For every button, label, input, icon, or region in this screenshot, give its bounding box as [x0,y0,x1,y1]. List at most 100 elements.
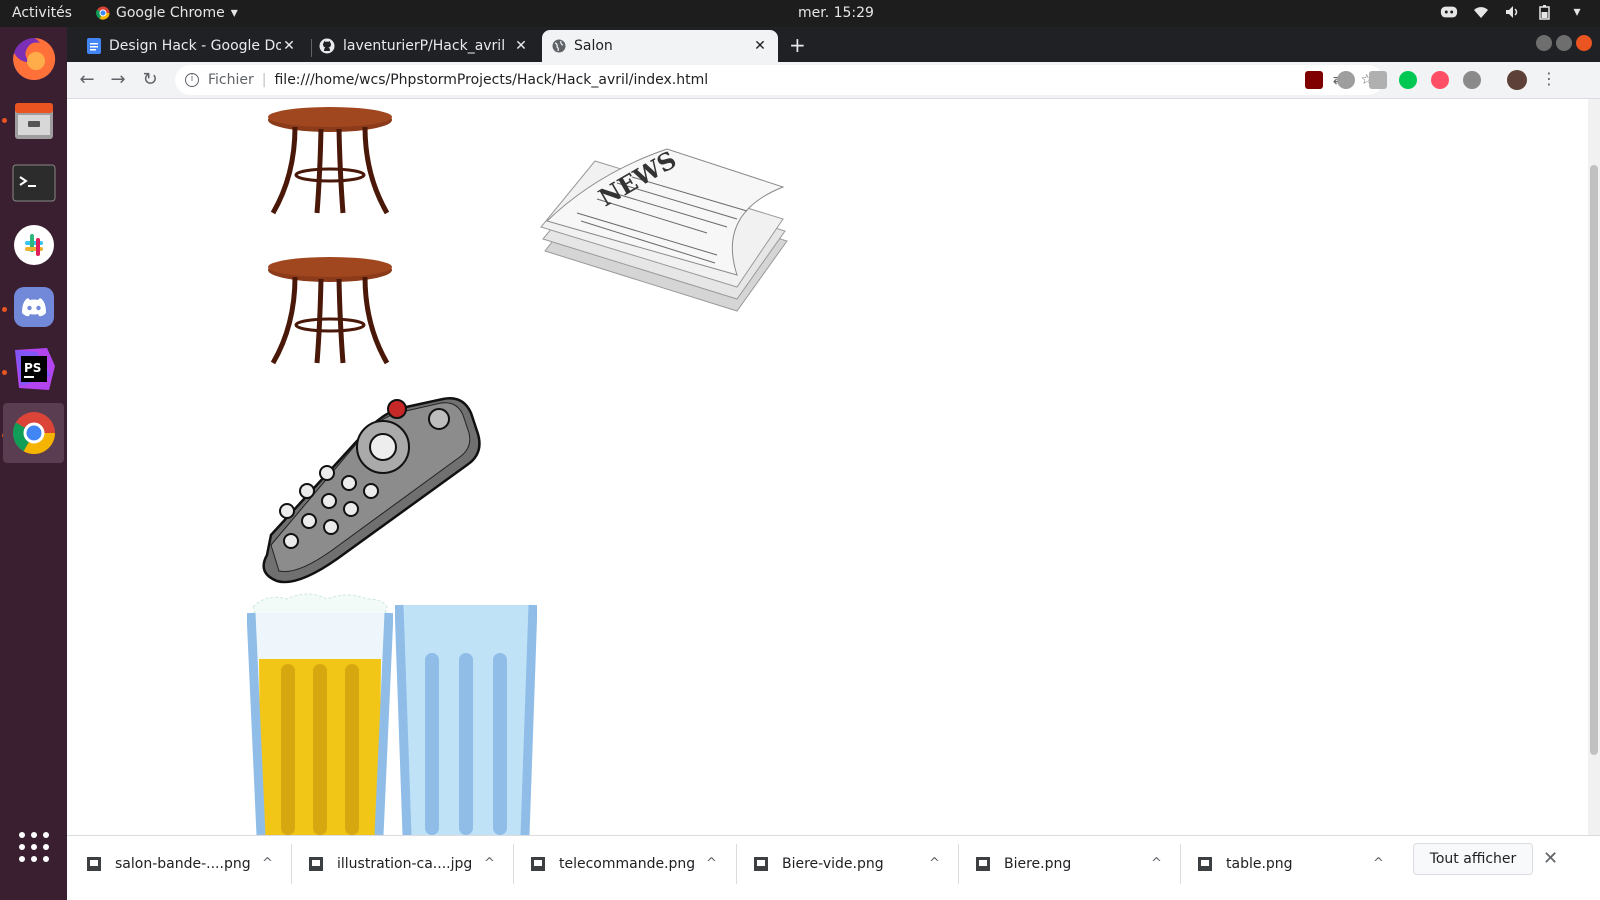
dock-files[interactable] [3,91,64,151]
extension-red-icon[interactable] [1431,71,1449,89]
image-file-icon [87,856,101,871]
chevron-up-icon[interactable]: ^ [929,856,940,871]
docs-icon [87,38,101,54]
firefox-icon [12,37,55,80]
phpstorm-icon: PS [14,348,55,390]
divider: | [261,72,267,88]
wifi-icon[interactable] [1472,4,1490,20]
extension-green-icon[interactable] [1399,71,1417,89]
dock-slack[interactable] [3,215,64,275]
download-filename: salon-bande-....png [115,855,251,872]
dock-terminal[interactable] [3,153,64,213]
tab-design-hack[interactable]: Design Hack - Google Docs ✕ [77,30,307,62]
dock-firefox[interactable] [3,29,64,89]
camera-icon[interactable] [1369,71,1387,89]
download-filename: illustration-ca....jpg [337,855,473,872]
download-filename: telecommande.png [559,855,696,872]
ublock-icon[interactable] [1305,71,1323,89]
files-icon [14,103,53,139]
chevron-up-icon[interactable]: ^ [262,856,273,871]
tab-label: laventurierP/Hack_avril [343,38,506,54]
dock-show-applications[interactable] [3,817,64,877]
system-top-bar: Activités Google Chrome ▾ mer. 15:29 ▾ [0,0,1600,27]
download-filename: table.png [1226,855,1293,872]
newspaper-image[interactable]: NEWS [537,143,791,325]
chevron-up-icon[interactable]: ^ [1151,856,1162,871]
image-file-icon [754,856,768,871]
window-controls [1536,35,1592,51]
url-text[interactable]: file:///home/wcs/PhpstormProjects/Hack/H… [274,72,708,88]
download-filename: Biere-vide.png [782,855,884,872]
forward-button[interactable]: → [107,69,129,91]
activities-button[interactable]: Activités [12,5,72,21]
remote-control-image[interactable] [257,395,483,585]
app-name-label: Google Chrome [116,5,225,21]
image-file-icon [309,856,323,871]
divider [1180,844,1181,884]
chevron-up-icon[interactable]: ^ [706,856,717,871]
app-menu-arrow-icon: ▾ [230,5,238,21]
show-all-downloads-button[interactable]: Tout afficher [1413,843,1533,875]
divider [958,844,959,884]
maximize-button[interactable] [1556,35,1572,51]
chrome-small-icon [96,6,110,20]
clock[interactable]: mer. 15:29 [798,5,874,21]
battery-icon[interactable] [1536,4,1554,20]
system-tray[interactable]: ▾ [1440,4,1586,20]
download-item[interactable]: table.png ^ [1198,836,1398,891]
terminal-icon [12,164,55,202]
divider [291,844,292,884]
chevron-up-icon[interactable]: ^ [484,856,495,871]
new-tab-button[interactable]: + [789,33,806,57]
close-icon[interactable]: ✕ [752,38,768,54]
app-menu[interactable]: Google Chrome ▾ [96,5,238,21]
download-shelf: salon-bande-....png ^ illustration-ca...… [67,835,1600,900]
page-scrollbar[interactable] [1588,99,1600,835]
info-icon[interactable]: i [185,73,199,87]
discord-icon [13,287,54,327]
download-item[interactable]: telecommande.png ^ [531,836,731,891]
reload-button[interactable]: ↻ [139,69,161,91]
dock-phpstorm[interactable]: PS [3,339,64,399]
scheme-label: Fichier [208,72,254,88]
svg-text:PS: PS [24,361,41,375]
close-icon[interactable]: ✕ [513,38,529,54]
image-file-icon [976,856,990,871]
download-item[interactable]: Biere.png ^ [976,836,1176,891]
table-image[interactable] [265,255,395,367]
table-image[interactable] [265,105,395,217]
tab-github[interactable]: laventurierP/Hack_avril ✕ [309,30,539,62]
download-filename: Biere.png [1004,855,1072,872]
tray-menu-arrow-icon[interactable]: ▾ [1568,4,1586,20]
address-bar[interactable]: i Fichier | file:///home/wcs/PhpstormPro… [175,65,1383,95]
close-window-button[interactable] [1576,35,1592,51]
beer-glass-image[interactable] [247,589,393,835]
empty-glass-image[interactable] [395,601,537,835]
browser-toolbar: ← → ↻ i Fichier | file:///home/wcs/Phpst… [67,62,1600,99]
tab-label: Salon [574,38,613,54]
menu-kebab-icon[interactable]: ⋮ [1541,69,1557,88]
dock: PS [0,27,67,900]
download-item[interactable]: illustration-ca....jpg ^ [309,836,509,891]
chevron-up-icon[interactable]: ^ [1373,856,1384,871]
extension-pen-icon[interactable] [1337,71,1355,89]
minimize-button[interactable] [1536,35,1552,51]
back-button[interactable]: ← [76,69,98,91]
image-file-icon [1198,856,1212,871]
divider [736,844,737,884]
github-icon [319,38,335,54]
scrollbar-thumb[interactable] [1590,165,1598,755]
avatar[interactable] [1507,70,1527,90]
discord-icon[interactable] [1440,4,1458,20]
image-file-icon [531,856,545,871]
dock-discord[interactable] [3,277,64,337]
close-icon[interactable]: ✕ [1543,848,1558,869]
dock-chrome[interactable] [3,403,64,463]
globe-icon [552,39,566,53]
download-item[interactable]: Biere-vide.png ^ [754,836,954,891]
extension-gear-icon[interactable] [1463,71,1481,89]
download-item[interactable]: salon-bande-....png ^ [87,836,287,891]
close-icon[interactable]: ✕ [281,38,297,54]
volume-icon[interactable] [1504,4,1522,20]
tab-salon[interactable]: Salon ✕ [542,30,778,62]
